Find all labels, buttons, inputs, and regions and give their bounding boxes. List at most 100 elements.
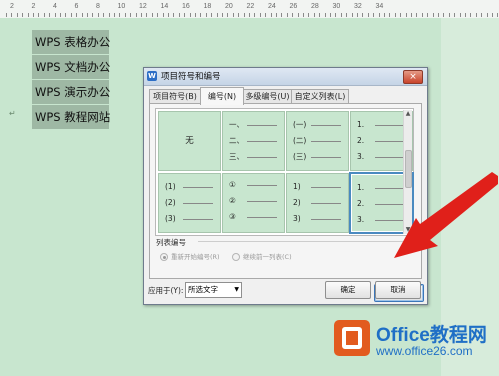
numbering-option[interactable]: ① ② ③ — [222, 173, 285, 233]
ruler-tick — [173, 13, 175, 17]
radio-dot-icon — [160, 253, 168, 261]
ruler-tick — [151, 13, 153, 17]
ruler-number: 30 — [332, 3, 341, 10]
ruler-tick — [97, 13, 99, 17]
ruler-number: 18 — [203, 3, 212, 10]
ruler-tick — [211, 13, 213, 17]
ruler-tick — [114, 13, 115, 17]
continue-list-radio[interactable]: 继续前一列表(C) — [232, 251, 292, 261]
ruler-tick — [11, 13, 13, 17]
radio-label: 重新开始编号(R) — [171, 253, 220, 261]
ruler-tick — [470, 13, 472, 17]
ruler-tick — [432, 13, 434, 17]
red-pointer-arrow-icon — [394, 172, 498, 258]
ruler-tick — [27, 13, 29, 17]
numbering-label: 一、 — [229, 120, 244, 129]
ruler-tick — [411, 13, 412, 17]
ruler-tick — [103, 13, 105, 17]
dialog-titlebar[interactable]: W 项目符号和编号 × — [144, 68, 427, 86]
document-line: WPS 文档办公 — [32, 55, 110, 79]
ruler-number: 4 — [53, 3, 57, 10]
ruler-tick — [92, 13, 94, 17]
cancel-button[interactable]: 取消 — [375, 281, 421, 299]
ruler-tick — [389, 13, 391, 17]
ruler-tick — [16, 13, 18, 17]
tab-multilevel[interactable]: 多级编号(U) — [243, 89, 292, 104]
numbering-option[interactable]: 一、 二、 三、 — [222, 111, 285, 171]
ruler-tick — [400, 13, 402, 17]
ruler-tick — [43, 13, 45, 17]
ruler-number: 20 — [225, 3, 233, 10]
paragraph-mark-icon: ↵ — [9, 109, 16, 118]
ruler-tick — [438, 13, 439, 17]
tab-custom-list[interactable]: 自定义列表(L) — [291, 89, 349, 104]
apply-to-select[interactable]: 所选文字 ▼ — [185, 282, 242, 298]
ruler-number: 6 — [74, 3, 79, 10]
ruler-tick — [335, 13, 337, 17]
tab-bullets[interactable]: 项目符号(B) — [149, 89, 201, 104]
dropdown-arrow-icon: ▼ — [234, 286, 239, 293]
ruler-tick — [6, 13, 7, 17]
ruler-tick — [367, 13, 369, 17]
ruler-tick — [378, 13, 380, 17]
ruler-tick — [141, 13, 142, 17]
ruler-number: 14 — [160, 3, 169, 10]
ruler-tick — [168, 13, 169, 17]
ruler-tick — [70, 13, 72, 17]
ruler-tick — [394, 13, 396, 17]
ruler-tick — [124, 13, 126, 17]
ruler-tick — [497, 13, 499, 17]
ruler-tick — [486, 13, 488, 17]
ruler-tick — [87, 13, 88, 17]
numbering-label: (三) — [293, 152, 307, 161]
restart-numbering-radio[interactable]: 重新开始编号(R) — [160, 251, 220, 261]
ruler-tick — [297, 13, 299, 17]
list-numbering-section-label: 列表编号 — [156, 238, 186, 247]
document-line: WPS 演示办公 — [32, 80, 110, 104]
ruler-tick — [81, 13, 83, 17]
close-button[interactable]: × — [403, 70, 423, 84]
ruler-tick — [319, 13, 321, 17]
apply-to-value: 所选文字 — [188, 285, 218, 294]
ruler-tick — [189, 13, 191, 17]
ruler-tick — [54, 13, 56, 17]
numbering-option[interactable]: (1) (2) (3) — [158, 173, 221, 233]
numbering-option-none[interactable]: 无 — [158, 111, 221, 171]
ruler-tick — [330, 13, 331, 17]
ok-button[interactable]: 确定 — [325, 281, 371, 299]
ruler-tick — [49, 13, 51, 17]
ruler-number: 28 — [311, 3, 319, 10]
ruler-tick — [276, 13, 277, 17]
ruler-tick — [238, 13, 240, 17]
ruler-number: 8 — [96, 3, 100, 10]
scroll-up-arrow-icon[interactable]: ▲ — [404, 110, 412, 118]
ruler-number: 26 — [289, 3, 298, 10]
ruler-tick — [308, 13, 310, 17]
ruler-tick — [351, 13, 353, 17]
numbering-label: 2. — [357, 199, 365, 208]
apply-to-label: 应用于(Y): — [148, 286, 184, 295]
numbering-label: (2) — [165, 198, 176, 207]
ruler-tick — [346, 13, 348, 17]
ruler-tick — [184, 13, 186, 17]
numbering-option[interactable]: 1) 2) 3) — [286, 173, 349, 233]
ruler-number: 2 — [10, 3, 14, 10]
tab-numbering[interactable]: 编号(N) — [200, 87, 244, 105]
numbering-label: 3. — [357, 152, 365, 161]
numbering-label: 三、 — [229, 152, 244, 161]
ruler-tick — [443, 13, 445, 17]
numbering-label: 2. — [357, 136, 365, 145]
watermark-url: www.office26.com — [376, 344, 473, 358]
ruler-tick — [22, 13, 24, 17]
ruler-tick — [222, 13, 223, 17]
ruler-number: 12 — [139, 3, 147, 10]
ruler-tick — [265, 13, 267, 17]
ruler-tick — [76, 13, 78, 17]
ruler-tick — [108, 13, 110, 17]
ruler-number: 10 — [117, 3, 126, 10]
ruler-number: 32 — [354, 3, 362, 10]
numbering-option[interactable]: (一) (二) (三) — [286, 111, 349, 171]
numbering-label: 3. — [357, 215, 365, 224]
ruler-tick — [200, 13, 202, 17]
horizontal-ruler: 2 2 4 6 8 10 12 14 16 18 20 22 24 26 28 30 32 34 — [0, 0, 499, 19]
